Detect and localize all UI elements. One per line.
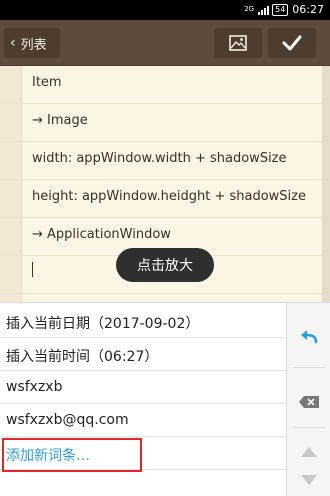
back-to-list-button[interactable]: ‹ 列表 <box>4 28 60 58</box>
side-divider <box>293 367 325 368</box>
suggestion-side-bar <box>286 303 330 496</box>
editor-line[interactable]: → Image <box>0 104 322 142</box>
confirm-button[interactable] <box>268 28 316 58</box>
arrow-up-icon <box>301 447 317 457</box>
undo-button[interactable] <box>287 319 330 353</box>
editor-line[interactable]: width: appWindow.width + shadowSize <box>0 142 322 180</box>
arrow-down-icon <box>301 475 317 485</box>
suggestion-insert-date[interactable]: 插入当前日期（2017-09-02） <box>0 305 286 338</box>
highlight-box <box>2 438 142 472</box>
toolbar: ‹ 列表 <box>0 20 330 66</box>
chevron-left-icon: ‹ <box>10 35 16 51</box>
toast-message: 点击放大 <box>116 248 214 282</box>
check-icon <box>282 35 302 51</box>
status-clock: 06:27 <box>292 3 324 16</box>
editor-line[interactable]: height: appWindow.heidght + shadowSize <box>0 180 322 218</box>
scroll-down-button[interactable] <box>287 463 330 496</box>
suggestion-insert-time[interactable]: 插入当前时间（06:27） <box>0 338 286 371</box>
undo-icon <box>301 330 318 344</box>
suggestion-username[interactable]: wsfxzxb <box>0 371 286 404</box>
editor-line[interactable]: Item <box>0 66 322 104</box>
suggestion-panel: 插入当前日期（2017-09-02） 插入当前时间（06:27） wsfxzxb… <box>0 302 330 496</box>
backspace-icon <box>299 396 319 408</box>
side-divider <box>293 427 325 428</box>
insert-image-button[interactable] <box>214 28 262 58</box>
app-root: 2G 54 06:27 ‹ 列表 Item → Image width: app… <box>0 0 330 496</box>
status-bar: 2G 54 06:27 <box>0 0 330 20</box>
image-icon <box>229 35 247 51</box>
battery-level: 54 <box>272 3 289 16</box>
delete-button[interactable] <box>287 385 330 419</box>
signal-icon <box>258 5 270 15</box>
back-button-label: 列表 <box>20 37 47 53</box>
network-type: 2G <box>244 5 255 13</box>
text-cursor <box>32 262 33 277</box>
suggestion-email[interactable]: wsfxzxb@qq.com <box>0 404 286 437</box>
status-indicators: 2G 54 06:27 <box>244 3 324 16</box>
